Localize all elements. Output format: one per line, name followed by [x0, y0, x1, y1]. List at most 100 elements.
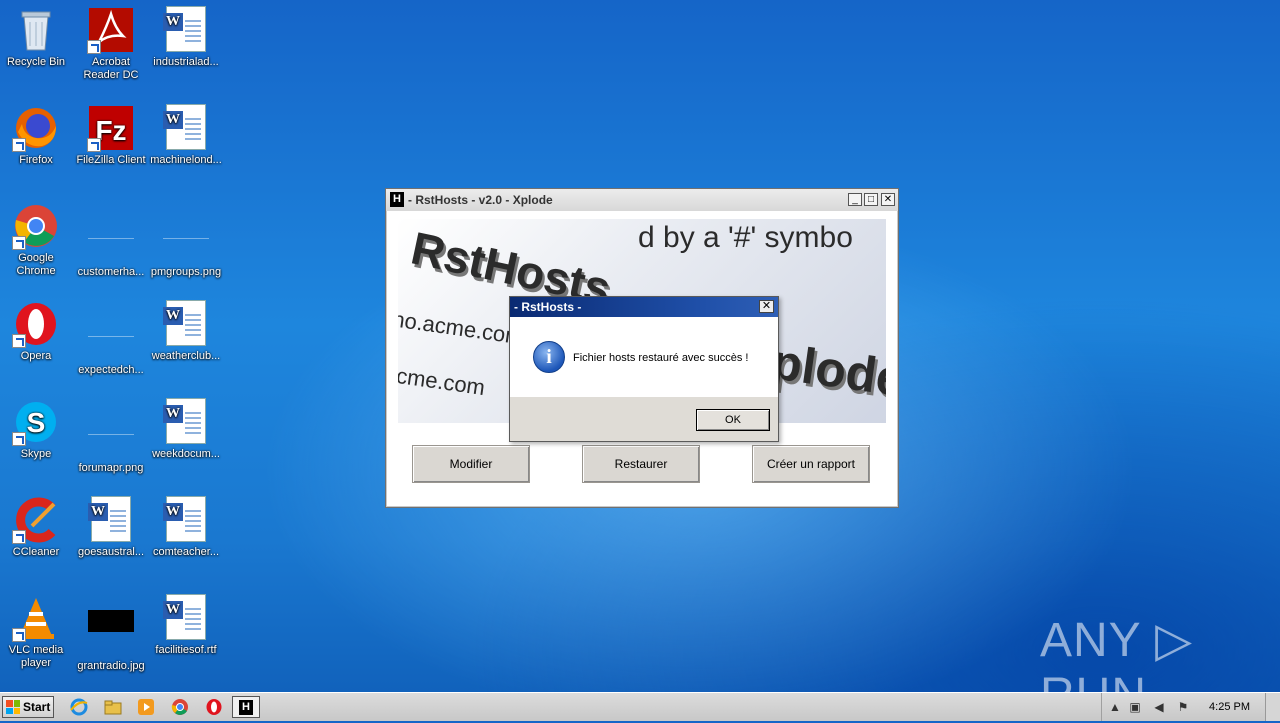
- opera-icon: [12, 300, 60, 348]
- rsthosts-app-icon: H: [390, 192, 404, 207]
- system-tray: ▲ ▣ ◀ ⚑ 4:25 PM: [1101, 693, 1280, 721]
- window-titlebar[interactable]: H - RstHosts - v2.0 - Xplode _ □ ✕: [386, 189, 898, 211]
- minimize-button[interactable]: _: [848, 193, 862, 206]
- desktop-icon-file[interactable]: pmgroups.png: [148, 202, 224, 279]
- desktop-icon-label: customerha...: [77, 266, 145, 278]
- show-hidden-icons-icon[interactable]: ▲: [1108, 700, 1122, 714]
- desktop-icon-file[interactable]: W machinelond...: [148, 104, 224, 167]
- word-doc-icon: W: [162, 398, 210, 446]
- banner-text: cme.com: [398, 362, 487, 401]
- desktop-icon-skype[interactable]: S Skype: [0, 398, 74, 461]
- dialog-message: Fichier hosts restauré avec succès !: [573, 352, 749, 364]
- desktop-icon-label: Recycle Bin: [6, 56, 66, 68]
- desktop-icon-label: industrialad...: [153, 56, 219, 68]
- firefox-icon: [12, 104, 60, 152]
- media-player-icon[interactable]: [135, 697, 157, 717]
- maximize-button[interactable]: □: [864, 193, 878, 206]
- clock[interactable]: 4:25 PM: [1209, 701, 1250, 713]
- start-label: Start: [23, 700, 51, 714]
- opera-icon[interactable]: [203, 697, 225, 717]
- desktop-icon-label: VLC media player: [8, 644, 64, 669]
- window-title: - RstHosts - v2.0 - Xplode: [408, 193, 553, 207]
- ok-button[interactable]: OK: [696, 409, 770, 431]
- windows-logo-icon: [6, 700, 20, 714]
- explorer-icon[interactable]: [102, 697, 124, 717]
- word-doc-icon: W: [162, 496, 210, 544]
- desktop-icon-label: Firefox: [19, 154, 53, 166]
- modify-button[interactable]: Modifier: [412, 445, 530, 483]
- desktop-icon-file[interactable]: forumapr.png: [73, 398, 149, 475]
- shortcut-arrow-icon: [12, 334, 26, 348]
- shortcut-arrow-icon: [87, 138, 101, 152]
- image-file-icon: [162, 216, 210, 264]
- chrome-icon: [12, 202, 60, 250]
- taskbar: Start H ▲ ▣ ◀ ⚑ 4:25 PM: [0, 692, 1280, 721]
- desktop-icon-filezilla[interactable]: Fz FileZilla Client: [73, 104, 149, 167]
- dialog-footer: OK: [510, 397, 778, 441]
- word-doc-icon: W: [162, 6, 210, 54]
- desktop-icon-label: forumapr.png: [78, 462, 144, 474]
- desktop-icon-label: weatherclub...: [151, 350, 221, 362]
- word-doc-icon: W: [162, 104, 210, 152]
- desktop-icon-label: Google Chrome: [16, 252, 56, 277]
- restore-button[interactable]: Restaurer: [582, 445, 700, 483]
- desktop-icon-label: machinelond...: [150, 154, 222, 166]
- desktop-icon-file[interactable]: customerha...: [73, 202, 149, 279]
- dialog-titlebar[interactable]: - RstHosts - ✕: [510, 297, 778, 317]
- ccleaner-icon: [12, 496, 60, 544]
- desktop-icon-label: pmgroups.png: [150, 266, 222, 278]
- image-file-icon: [87, 610, 135, 658]
- desktop-icon-label: facilitiesof.rtf: [155, 644, 217, 656]
- desktop-icon-label: weekdocum...: [152, 448, 220, 460]
- shortcut-arrow-icon: [12, 432, 26, 446]
- vlc-icon: [12, 594, 60, 642]
- desktop-icon-label: grantradio.jpg: [77, 660, 145, 672]
- recycle-bin-icon: [12, 6, 60, 54]
- desktop-icon-file[interactable]: W industrialad...: [148, 6, 224, 69]
- desktop-icon-file[interactable]: W weekdocum...: [148, 398, 224, 461]
- dialog-close-button[interactable]: ✕: [759, 300, 774, 313]
- svg-text:S: S: [27, 407, 46, 438]
- desktop-icon-opera[interactable]: Opera: [0, 300, 74, 363]
- desktop-icon-label: Acrobat Reader DC: [83, 56, 139, 81]
- shortcut-arrow-icon: [12, 530, 26, 544]
- desktop-icon-acrobat[interactable]: Acrobat Reader DC: [73, 6, 149, 82]
- shortcut-arrow-icon: [12, 138, 26, 152]
- desktop-icon-label: FileZilla Client: [76, 154, 146, 166]
- desktop-icon-file[interactable]: W goesaustral...: [73, 496, 149, 559]
- desktop-icon-file[interactable]: W facilitiesof.rtf: [148, 594, 224, 657]
- desktop-icon-label: expectedch...: [78, 364, 144, 376]
- image-file-icon: [87, 412, 135, 460]
- acrobat-icon: [87, 6, 135, 54]
- desktop-icon-file[interactable]: expectedch...: [73, 300, 149, 377]
- desktop-icon-file[interactable]: grantradio.jpg: [73, 594, 149, 673]
- action-center-flag-icon[interactable]: ⚑: [1176, 700, 1190, 714]
- word-doc-icon: W: [87, 496, 135, 544]
- desktop-icon-label: comteacher...: [152, 546, 220, 558]
- desktop-icon-ccleaner[interactable]: CCleaner: [0, 496, 74, 559]
- desktop-icon-google-chrome[interactable]: Google Chrome: [0, 202, 74, 278]
- shortcut-arrow-icon: [12, 628, 26, 642]
- info-icon: i: [533, 341, 565, 373]
- volume-icon[interactable]: ◀: [1152, 700, 1166, 714]
- banner-text: no.acme.con: [398, 306, 520, 349]
- word-doc-icon: W: [162, 594, 210, 642]
- skype-icon: S: [12, 398, 60, 446]
- show-desktop-button[interactable]: [1265, 693, 1280, 721]
- chrome-icon[interactable]: [169, 697, 191, 717]
- desktop-icon-file[interactable]: W comteacher...: [148, 496, 224, 559]
- start-button[interactable]: Start: [2, 696, 54, 718]
- create-report-button[interactable]: Créer un rapport: [752, 445, 870, 483]
- image-file-icon: [87, 314, 135, 362]
- message-dialog: - RstHosts - ✕ i Fichier hosts restauré …: [509, 296, 779, 442]
- ie-icon[interactable]: [68, 697, 90, 717]
- close-button[interactable]: ✕: [881, 193, 895, 206]
- desktop-icon-vlc[interactable]: VLC media player: [0, 594, 74, 670]
- network-icon[interactable]: ▣: [1128, 700, 1142, 714]
- desktop-icon-file[interactable]: W weatherclub...: [148, 300, 224, 363]
- desktop-icon-firefox[interactable]: Firefox: [0, 104, 74, 167]
- rsthosts-taskbar-button[interactable]: H: [232, 696, 260, 718]
- desktop-icon-label: Opera: [20, 350, 52, 362]
- desktop-icon-recycle-bin[interactable]: Recycle Bin: [0, 6, 74, 69]
- shortcut-arrow-icon: [12, 236, 26, 250]
